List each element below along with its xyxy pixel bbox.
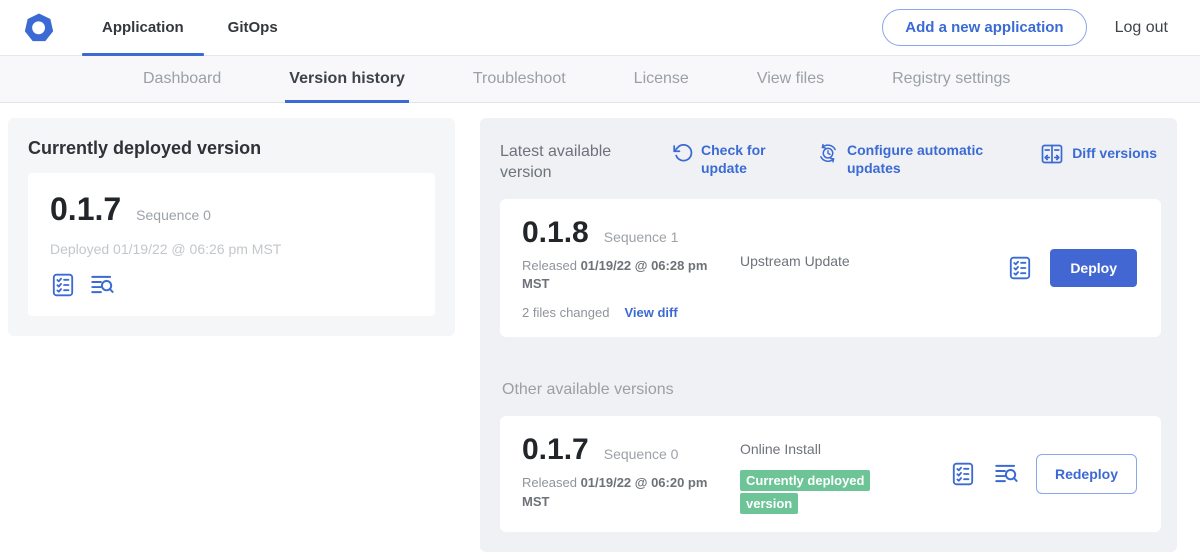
deployed-actions [50, 272, 415, 298]
kots-logo-icon [24, 13, 54, 43]
latest-sequence-label: Sequence 1 [604, 229, 679, 245]
subnav-version-history-label: Version history [289, 70, 405, 88]
main-content: Currently deployed version 0.1.7 Sequenc… [0, 103, 1200, 552]
top-nav-right: Add a new application Log out [882, 0, 1200, 55]
subnav-registry-settings[interactable]: Registry settings [892, 56, 1010, 102]
release-notes-icon[interactable] [1007, 255, 1033, 281]
release-notes-icon[interactable] [950, 461, 976, 487]
subnav-troubleshoot[interactable]: Troubleshoot [473, 56, 566, 102]
tab-gitops[interactable]: GitOps [206, 0, 300, 55]
check-for-update-button[interactable]: Check for update [672, 142, 773, 177]
currently-deployed-card: 0.1.7 Sequence 0 Deployed 01/19/22 @ 06:… [28, 173, 435, 316]
subnav-view-files-label: View files [757, 70, 824, 88]
configure-automatic-updates-button[interactable]: Configure automatic updates [817, 142, 1005, 177]
latest-version-number: 0.1.8 [522, 216, 589, 250]
subnav-license[interactable]: License [634, 56, 689, 102]
files-changed-count: 2 files changed [522, 305, 609, 320]
latest-available-header: Latest available version Check for updat… [500, 138, 1161, 184]
app-sub-nav: Dashboard Version history Troubleshoot L… [0, 56, 1200, 103]
version-row: 0.1.8 Sequence 1 [522, 216, 740, 250]
subnav-registry-settings-label: Registry settings [892, 70, 1010, 88]
deployed-sequence-label: Sequence 0 [136, 207, 211, 223]
diff-columns-icon [1040, 142, 1064, 166]
currently-deployed-title: Currently deployed version [28, 138, 435, 159]
version-history-panel: Latest available version Check for updat… [480, 118, 1177, 552]
tab-gitops-label: GitOps [228, 19, 278, 36]
other-version-source-block: Online Install Currently deployed versio… [740, 433, 950, 515]
other-available-versions-title: Other available versions [502, 381, 1161, 399]
top-nav: Application GitOps Add a new application… [0, 0, 1200, 56]
other-version-actions: Redeploy [950, 454, 1139, 494]
view-logs-icon[interactable] [89, 272, 115, 298]
subnav-dashboard-label: Dashboard [143, 70, 221, 88]
latest-version-info: 0.1.8 Sequence 1 Released 01/19/22 @ 06:… [522, 216, 740, 321]
refresh-icon [672, 142, 693, 163]
currently-deployed-badge: Currently deployed version [740, 470, 870, 514]
release-notes-icon[interactable] [50, 272, 76, 298]
tab-application[interactable]: Application [80, 0, 206, 55]
diff-versions-label: Diff versions [1072, 145, 1157, 163]
deployed-version-number: 0.1.7 [50, 191, 121, 228]
other-version-number: 0.1.7 [522, 433, 589, 467]
currently-deployed-panel: Currently deployed version 0.1.7 Sequenc… [8, 118, 455, 336]
clock-refresh-icon [817, 142, 839, 164]
subnav-license-label: License [634, 70, 689, 88]
subnav-troubleshoot-label: Troubleshoot [473, 70, 566, 88]
files-changed-row: 2 files changed View diff [522, 305, 740, 320]
other-sequence-label: Sequence 0 [604, 446, 679, 462]
latest-version-card: 0.1.8 Sequence 1 Released 01/19/22 @ 06:… [500, 199, 1161, 338]
subnav-view-files[interactable]: View files [757, 56, 824, 102]
deployed-timestamp: Deployed 01/19/22 @ 06:26 pm MST [50, 241, 415, 257]
released-label: Released [522, 258, 577, 273]
version-row: 0.1.7 Sequence 0 [50, 191, 415, 228]
latest-released-timestamp: Released 01/19/22 @ 06:28 pm MST [522, 257, 727, 295]
other-version-source: Online Install [740, 441, 950, 457]
latest-version-actions: Deploy [1007, 249, 1139, 287]
deploy-button[interactable]: Deploy [1050, 249, 1137, 287]
add-new-application-button[interactable]: Add a new application [882, 9, 1086, 46]
latest-version-source: Upstream Update [740, 216, 1007, 321]
version-row: 0.1.7 Sequence 0 [522, 433, 740, 467]
view-logs-icon[interactable] [993, 461, 1019, 487]
subnav-dashboard[interactable]: Dashboard [143, 56, 221, 102]
check-for-update-label: Check for update [701, 142, 773, 177]
app-logo[interactable] [24, 0, 54, 55]
logout-link[interactable]: Log out [1115, 19, 1168, 37]
configure-automatic-updates-label: Configure automatic updates [847, 142, 1005, 177]
view-diff-link[interactable]: View diff [624, 305, 677, 320]
currently-deployed-badge-wrap: Currently deployed version [740, 469, 912, 515]
released-label: Released [522, 475, 577, 490]
other-version-info: 0.1.7 Sequence 0 Released 01/19/22 @ 06:… [522, 433, 740, 515]
latest-available-title: Latest available version [500, 142, 628, 184]
other-released-timestamp: Released 01/19/22 @ 06:20 pm MST [522, 474, 727, 512]
redeploy-button[interactable]: Redeploy [1036, 454, 1137, 494]
diff-versions-button[interactable]: Diff versions [1040, 142, 1161, 166]
tab-application-label: Application [102, 19, 184, 36]
other-version-card: 0.1.7 Sequence 0 Released 01/19/22 @ 06:… [500, 416, 1161, 532]
subnav-version-history[interactable]: Version history [289, 56, 405, 102]
top-tabs: Application GitOps [80, 0, 300, 55]
